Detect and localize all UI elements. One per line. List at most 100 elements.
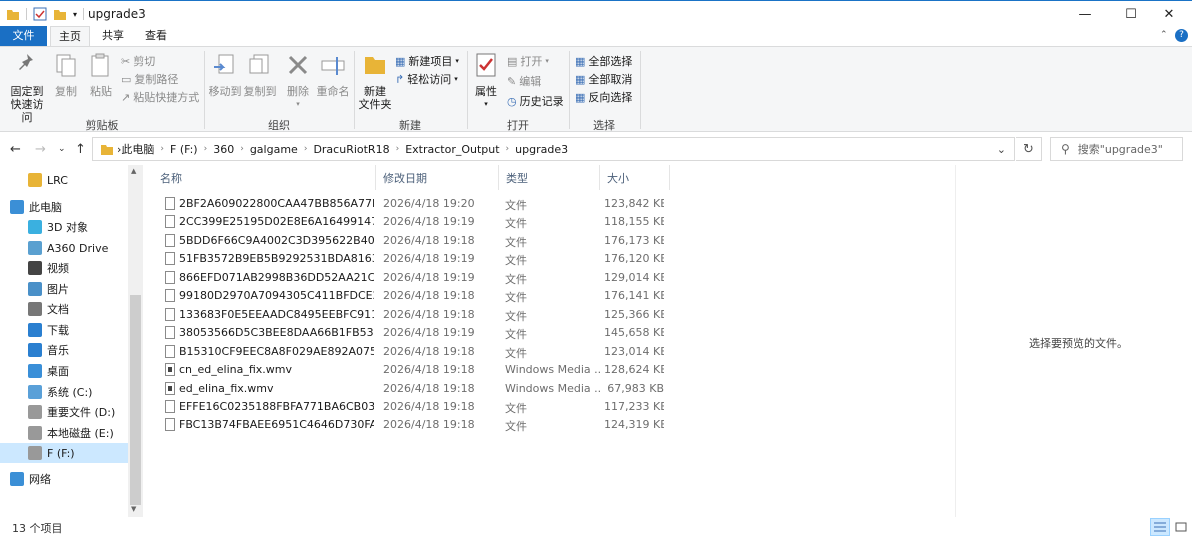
tab-share[interactable]: 共享 <box>93 26 133 46</box>
nav-item[interactable]: 本地磁盘 (E:) <box>0 423 128 443</box>
large-icons-view-button[interactable] <box>1171 518 1191 536</box>
nav-item[interactable]: F (F:) <box>0 443 128 463</box>
refresh-button[interactable]: ↻ <box>1016 137 1042 161</box>
breadcrumb-item[interactable]: F (F:) <box>170 143 198 156</box>
file-row[interactable]: 99180D2970A7094305C411BFDCE2F... 2026/4/1… <box>157 287 677 305</box>
copy-path-button[interactable]: ▭ 复制路径 <box>121 71 178 87</box>
file-icon <box>165 307 175 321</box>
easy-access-button[interactable]: ↱ 轻松访问 ▾ <box>395 71 458 87</box>
chevron-right-icon[interactable]: › <box>204 144 208 154</box>
tab-file[interactable]: 文件 <box>0 26 47 46</box>
column-header-date[interactable]: 修改日期 <box>376 165 499 190</box>
properties-icon[interactable] <box>33 7 47 21</box>
back-button[interactable]: ← <box>10 142 21 157</box>
copy-to-button[interactable]: 复制到 <box>243 51 277 98</box>
invert-selection-button[interactable]: ▦ 反向选择 <box>575 89 632 105</box>
scroll-thumb[interactable] <box>130 295 141 505</box>
scroll-up-arrow[interactable]: ▲ <box>131 167 136 175</box>
file-row[interactable]: 133683F0E5EEAADC8495EEBFC9114... 2026/4/1… <box>157 306 677 324</box>
file-row[interactable]: FBC13B74FBAEE6951C4646D730FA6... 2026/4/1… <box>157 416 677 434</box>
column-header-type[interactable]: 类型 <box>499 165 600 190</box>
nav-item[interactable]: 此电脑 <box>0 197 128 217</box>
new-folder-button[interactable]: 新建 文件夹 <box>358 51 392 111</box>
cut-button[interactable]: ✂ 剪切 <box>121 53 155 69</box>
nav-item-label: 此电脑 <box>29 201 62 214</box>
file-row[interactable]: EFFE16C0235188FBFA771BA6CB0383... 2026/4/… <box>157 398 677 416</box>
paste-shortcut-button[interactable]: ↗ 粘贴快捷方式 <box>121 89 199 105</box>
file-row[interactable]: 2CC399E25195D02E8E6A164991478... 2026/4/1… <box>157 213 677 231</box>
forward-button[interactable]: → <box>35 142 46 157</box>
nav-item[interactable]: A360 Drive <box>0 238 128 258</box>
column-header-name[interactable]: 名称 <box>153 165 376 190</box>
breadcrumb-item[interactable]: 此电脑 <box>121 141 154 157</box>
file-row[interactable]: cn_ed_elina_fix.wmv 2026/4/18 19:18 Window… <box>157 361 677 379</box>
file-row[interactable]: 5BDD6F66C9A4002C3D395622B4062... 2026/4/1… <box>157 232 677 250</box>
chevron-right-icon[interactable]: › <box>396 144 400 154</box>
chevron-right-icon[interactable]: › <box>304 144 308 154</box>
nav-item[interactable]: 音乐 <box>0 340 128 360</box>
details-view-button[interactable] <box>1150 518 1170 536</box>
paste-button[interactable]: 粘贴 <box>87 51 115 98</box>
edit-button[interactable]: ✎ 编辑 <box>507 73 541 89</box>
file-row[interactable]: 38053566D5C3BEE8DAA66B1FB53C4... 2026/4/1… <box>157 324 677 342</box>
column-header-size[interactable]: 大小 <box>600 165 670 190</box>
nav-item[interactable]: 系统 (C:) <box>0 382 128 402</box>
properties-button[interactable]: 属性 ▾ <box>472 51 500 111</box>
breadcrumb-item[interactable]: upgrade3 <box>515 143 568 156</box>
file-row[interactable]: 51FB3572B9EB5B9292531BDA8163B... 2026/4/1… <box>157 250 677 268</box>
nav-item[interactable]: 桌面 <box>0 361 128 381</box>
file-row[interactable]: 2BF2A609022800CAA47BB856A77F7... 2026/4/1… <box>157 195 677 213</box>
copy-button[interactable]: 复制 <box>52 51 80 98</box>
nav-item[interactable]: 重要文件 (D:) <box>0 402 128 422</box>
breadcrumb-item[interactable]: DracuRiotR18 <box>313 143 389 156</box>
help-icon[interactable]: ? <box>1175 29 1188 42</box>
select-all-button[interactable]: ▦ 全部选择 <box>575 53 632 69</box>
nav-item[interactable]: 网络 <box>0 469 128 489</box>
recent-locations-button[interactable]: ⌄ <box>58 144 66 154</box>
breadcrumb-item[interactable]: galgame <box>250 143 298 156</box>
chevron-down-icon[interactable]: ▾ <box>73 10 77 19</box>
divider <box>26 8 27 20</box>
search-input[interactable]: ⚲ 搜索"upgrade3" <box>1050 137 1183 161</box>
file-row[interactable]: B15310CF9EEC8A8F029AE892A0751... 2026/4/1… <box>157 343 677 361</box>
pin-to-quick-access-button[interactable]: 固定到 快速访问 <box>6 51 48 124</box>
chevron-right-icon[interactable]: › <box>240 144 244 154</box>
drive-icon <box>28 405 42 419</box>
nav-item[interactable]: 下载 <box>0 320 128 340</box>
large-icons-view-icon <box>1175 522 1187 532</box>
tab-view[interactable]: 查看 <box>136 26 176 46</box>
file-row[interactable]: ed_elina_fix.wmv 2026/4/18 19:18 Windows M… <box>157 380 677 398</box>
new-folder-icon[interactable] <box>53 7 67 21</box>
chevron-right-icon[interactable]: › <box>160 144 164 154</box>
move-to-button[interactable]: 移动到 <box>208 51 242 98</box>
minimize-button[interactable]: — <box>1062 1 1108 27</box>
new-item-button[interactable]: ▦ 新建项目 ▾ <box>395 53 459 69</box>
chevron-up-icon[interactable]: ⌃ <box>1160 30 1168 40</box>
copy-label: 复制 <box>55 85 77 98</box>
nav-item[interactable]: LRC <box>0 170 128 190</box>
nav-item[interactable]: 文档 <box>0 299 128 319</box>
nav-item-label: A360 Drive <box>47 241 109 255</box>
breadcrumb-item[interactable]: 360 <box>213 143 234 156</box>
history-button[interactable]: ◷ 历史记录 <box>507 93 564 109</box>
tab-home[interactable]: 主页 <box>50 26 90 47</box>
breadcrumb-item[interactable]: Extractor_Output <box>405 143 499 156</box>
select-none-button[interactable]: ▦ 全部取消 <box>575 71 632 87</box>
nav-scrollbar[interactable]: ▲ ▼ <box>128 165 143 517</box>
delete-button[interactable]: 删除 ▾ <box>284 51 312 111</box>
downloads-folder-icon <box>28 323 42 337</box>
open-button[interactable]: ▤ 打开 ▾ <box>507 53 549 69</box>
chevron-right-icon[interactable]: › <box>506 144 510 154</box>
file-size: 176,120 KB <box>604 252 664 266</box>
scroll-down-arrow[interactable]: ▼ <box>131 505 136 513</box>
nav-item[interactable]: 视频 <box>0 258 128 278</box>
close-button[interactable]: ✕ <box>1146 1 1192 27</box>
nav-item[interactable]: 3D 对象 <box>0 217 128 237</box>
nav-item[interactable]: 图片 <box>0 279 128 299</box>
file-row[interactable]: 866EFD071AB2998B36DD52AA21C7... 2026/4/18… <box>157 269 677 287</box>
chevron-down-icon[interactable]: ⌄ <box>997 143 1006 156</box>
rename-button[interactable]: 重命名 <box>316 51 350 98</box>
video-folder-icon <box>28 261 42 275</box>
address-bar[interactable]: › 此电脑 › F (F:) › 360 › galgame › DracuRiotR18 › Ex… <box>92 137 1015 161</box>
up-button[interactable]: ↑ <box>75 142 86 157</box>
